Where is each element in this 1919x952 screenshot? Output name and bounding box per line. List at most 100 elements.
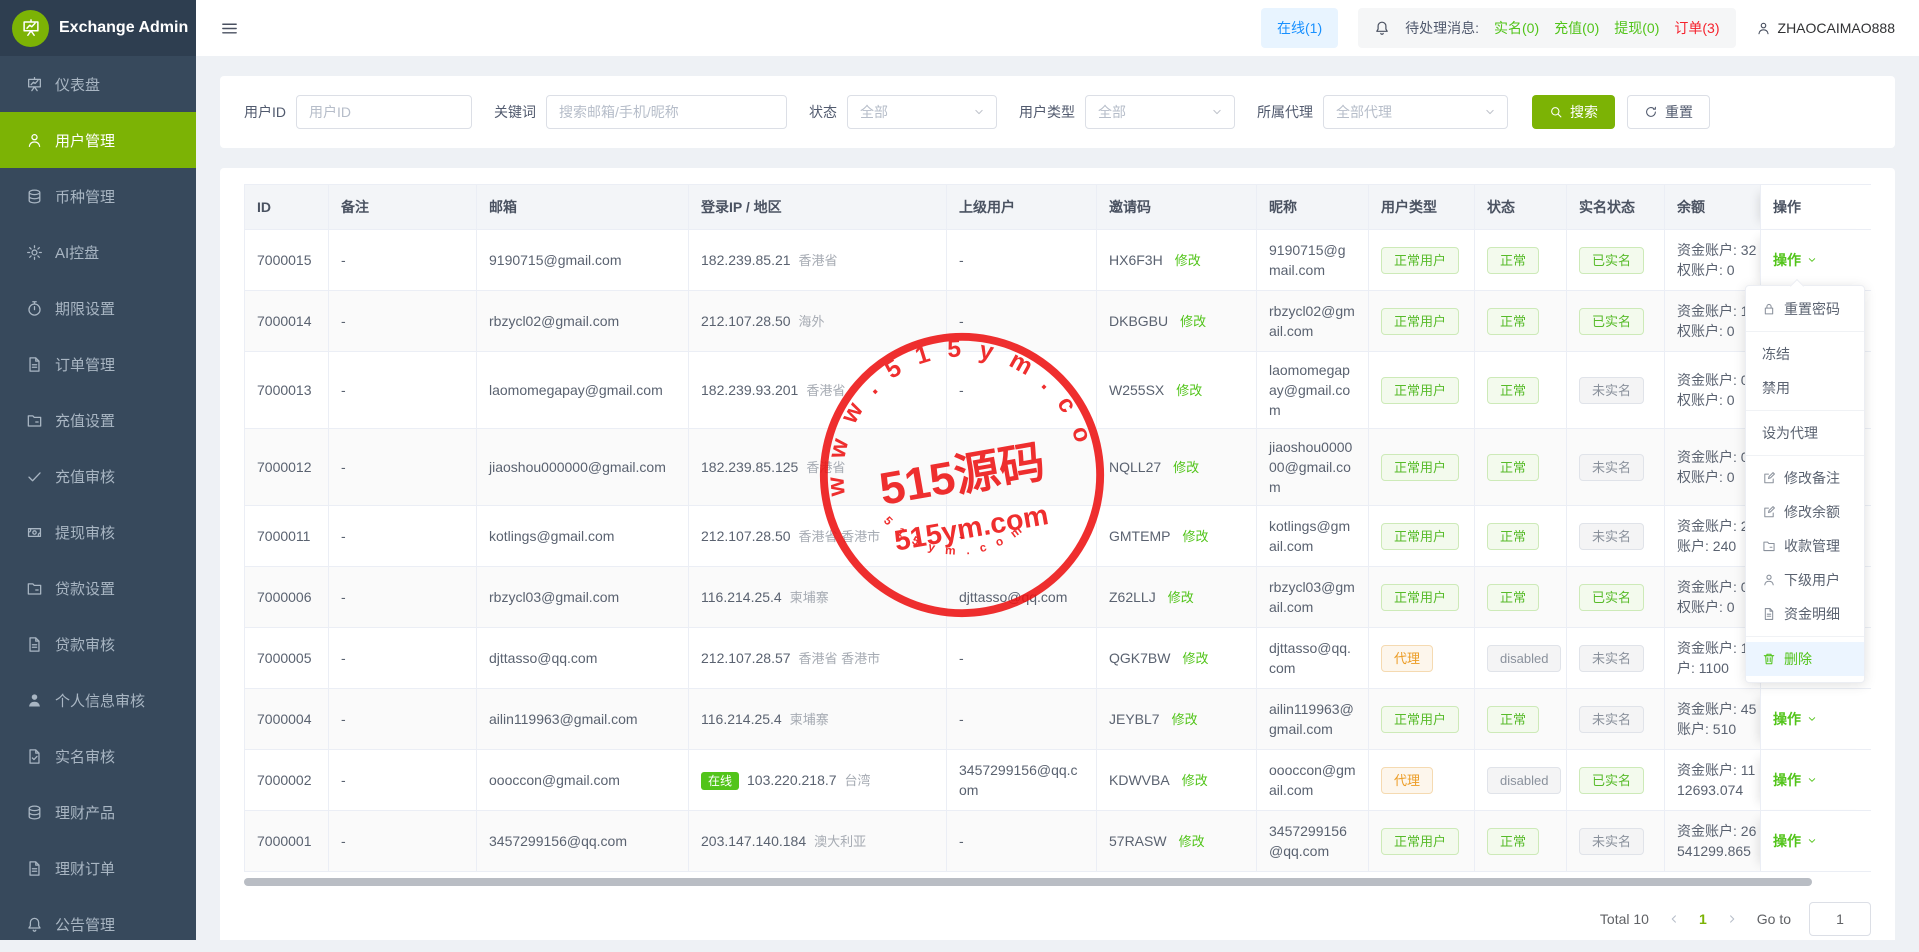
cell-email: rbzycl03@gmail.com (477, 567, 689, 628)
cell-invite-code: Z62LLJ修改 (1097, 567, 1257, 628)
sidebar-item-12[interactable]: 实名审核 (0, 728, 196, 784)
cell-parent-user: - (947, 230, 1097, 291)
online-badge[interactable]: 在线(1) (1261, 8, 1338, 48)
modify-invite-link[interactable]: 修改 (1182, 773, 1208, 788)
table-row: 7000006 - rbzycl03@gmail.com 116.214.25.… (245, 567, 1872, 628)
cell-user-type: 代理 (1369, 750, 1475, 811)
pending-link[interactable]: 充值(0) (1554, 18, 1599, 38)
sidebar-item-3[interactable]: AI控盘 (0, 224, 196, 280)
search-button[interactable]: 搜索 (1532, 95, 1615, 129)
sidebar-item-6[interactable]: 充值设置 (0, 392, 196, 448)
sidebar-item-11[interactable]: 个人信息审核 (0, 672, 196, 728)
user-icon (1762, 573, 1776, 587)
modify-invite-link[interactable]: 修改 (1179, 834, 1205, 849)
dropdown-item[interactable]: 重置密码 (1746, 292, 1864, 326)
chevron-down-icon (1210, 105, 1224, 119)
modify-invite-link[interactable]: 修改 (1173, 460, 1199, 475)
dropdown-item[interactable]: 禁用 (1746, 371, 1864, 405)
table-header-row: ID备注邮箱登录IP / 地区上级用户邀请码昵称用户类型状态实名状态余额操作 (245, 185, 1872, 230)
row-action-button[interactable]: 操作 (1773, 770, 1818, 790)
sidebar-item-2[interactable]: 币种管理 (0, 168, 196, 224)
gear-icon (26, 244, 43, 261)
modify-invite-link[interactable]: 修改 (1172, 712, 1198, 727)
realname-badge: 已实名 (1579, 584, 1644, 611)
keyword-input[interactable] (546, 95, 787, 129)
cell-invite-code: W255SX修改 (1097, 352, 1257, 429)
user-type-badge: 正常用户 (1381, 247, 1459, 274)
row-action-button[interactable]: 操作 (1773, 250, 1818, 270)
cell-note: - (329, 689, 477, 750)
sidebar-item-4[interactable]: 期限设置 (0, 280, 196, 336)
status-select-value: 全部 (860, 102, 888, 122)
cell-user-type: 代理 (1369, 628, 1475, 689)
dropdown-item[interactable]: 修改备注 (1746, 461, 1864, 495)
status-badge: 正常 (1487, 377, 1539, 404)
dropdown-divider (1746, 410, 1864, 411)
sidebar-item-0[interactable]: 仪表盘 (0, 56, 196, 112)
edit-icon (1762, 505, 1776, 519)
dropdown-item[interactable]: 收款管理 (1746, 529, 1864, 563)
sidebar-item-14[interactable]: 理财订单 (0, 840, 196, 896)
goto-label: Go to (1757, 911, 1791, 927)
row-action-button[interactable]: 操作 (1773, 709, 1818, 729)
cash-icon (26, 524, 43, 541)
cell-id: 7000011 (245, 506, 329, 567)
sidebar-item-7[interactable]: 充值审核 (0, 448, 196, 504)
agent-select[interactable]: 全部代理 (1323, 95, 1508, 129)
pending-link[interactable]: 实名(0) (1494, 18, 1539, 38)
next-page-button[interactable] (1725, 912, 1739, 926)
cell-id: 7000002 (245, 750, 329, 811)
user-type-label: 用户类型 (1019, 102, 1075, 122)
modify-invite-link[interactable]: 修改 (1182, 529, 1208, 544)
sidebar-item-1[interactable]: 用户管理 (0, 112, 196, 168)
dropdown-item[interactable]: 下级用户 (1746, 563, 1864, 597)
modify-invite-link[interactable]: 修改 (1176, 383, 1202, 398)
user-type-select[interactable]: 全部 (1085, 95, 1235, 129)
sidebar-item-15[interactable]: 公告管理 (0, 896, 196, 952)
horizontal-scrollbar[interactable] (244, 878, 1812, 886)
cell-nickname: 3457299156@qq.com (1257, 811, 1369, 872)
cell-nickname: jiaoshou000000@gmail.com (1257, 429, 1369, 506)
cell-invite-code: QGK7BW修改 (1097, 628, 1257, 689)
reset-button[interactable]: 重置 (1627, 95, 1710, 129)
modify-invite-link[interactable]: 修改 (1175, 253, 1201, 268)
sidebar-item-10[interactable]: 贷款审核 (0, 616, 196, 672)
folder-icon (1762, 539, 1776, 553)
cell-status: 正常 (1475, 506, 1567, 567)
modify-invite-link[interactable]: 修改 (1180, 314, 1206, 329)
current-page[interactable]: 1 (1699, 911, 1707, 927)
pending-link[interactable]: 提现(0) (1614, 18, 1659, 38)
cell-realname-status: 未实名 (1567, 628, 1665, 689)
online-tag: 在线 (701, 772, 739, 790)
user-id-input[interactable] (296, 95, 472, 129)
dropdown-item[interactable]: 资金明细 (1746, 597, 1864, 631)
dropdown-item[interactable]: 删除 (1746, 642, 1864, 676)
status-select[interactable]: 全部 (847, 95, 997, 129)
prev-page-button[interactable] (1667, 912, 1681, 926)
column-header-1: 备注 (329, 185, 477, 230)
table-row: 7000005 - djttasso@qq.com 212.107.28.57香… (245, 628, 1872, 689)
dropdown-item[interactable]: 修改余额 (1746, 495, 1864, 529)
modify-invite-link[interactable]: 修改 (1168, 590, 1194, 605)
modify-invite-link[interactable]: 修改 (1182, 651, 1208, 666)
account-menu[interactable]: ZHAOCAIMAO888 (1756, 20, 1895, 36)
table-row: 7000011 - kotlings@gmail.com 212.107.28.… (245, 506, 1872, 567)
cell-ip-region: 203.147.140.184澳大利亚 (689, 811, 947, 872)
dropdown-item[interactable]: 冻结 (1746, 337, 1864, 371)
sidebar-item-13[interactable]: 理财产品 (0, 784, 196, 840)
cell-parent-user: - (947, 352, 1097, 429)
sidebar-item-8[interactable]: 提现审核 (0, 504, 196, 560)
cell-nickname: 9190715@gmail.com (1257, 230, 1369, 291)
user-type-select-value: 全部 (1098, 102, 1126, 122)
topbar: 在线(1) 待处理消息: 实名(0)充值(0)提现(0)订单(3) ZHAOCA… (196, 0, 1919, 56)
goto-page-input[interactable] (1809, 902, 1871, 936)
sidebar-item-5[interactable]: 订单管理 (0, 336, 196, 392)
cell-user-type: 正常用户 (1369, 352, 1475, 429)
row-action-button[interactable]: 操作 (1773, 831, 1818, 851)
sidebar-item-9[interactable]: 贷款设置 (0, 560, 196, 616)
pending-link[interactable]: 订单(3) (1674, 18, 1719, 38)
pending-messages: 待处理消息: 实名(0)充值(0)提现(0)订单(3) (1358, 8, 1735, 48)
dropdown-item[interactable]: 设为代理 (1746, 416, 1864, 450)
menu-icon[interactable] (220, 19, 239, 38)
cell-nickname: laomomegapay@gmail.com (1257, 352, 1369, 429)
